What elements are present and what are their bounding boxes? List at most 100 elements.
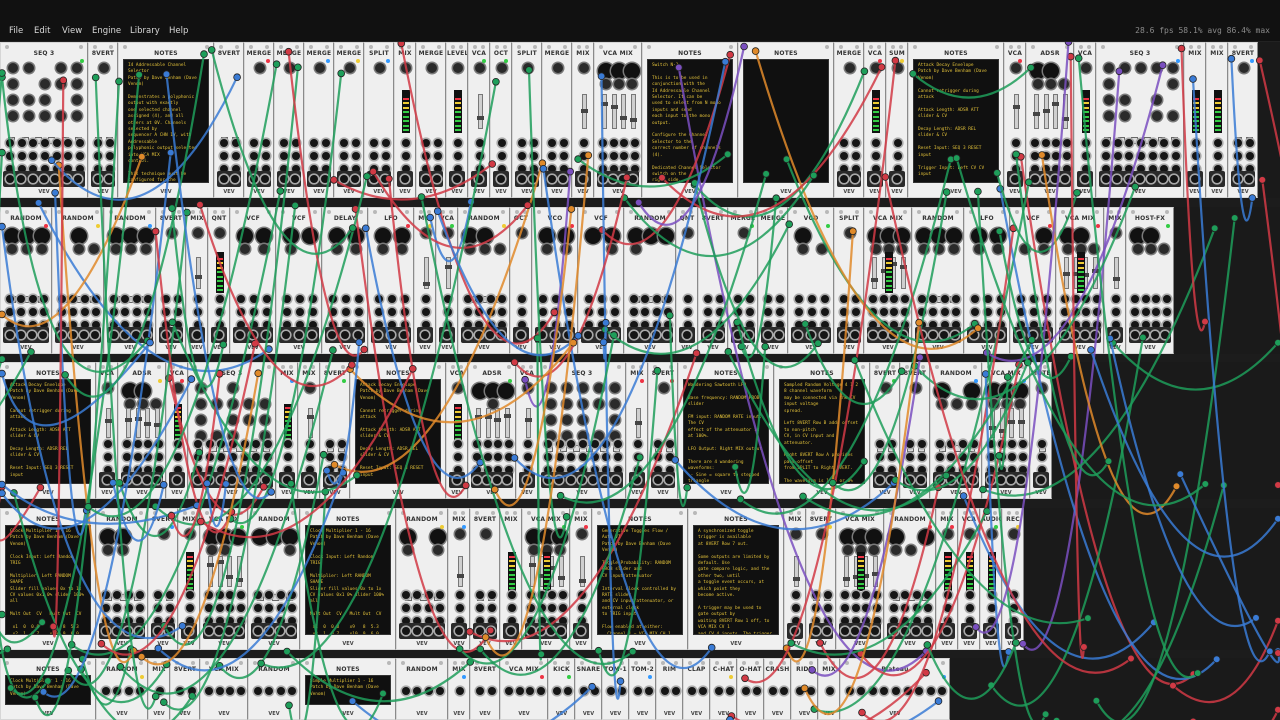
output-jack[interactable] bbox=[662, 331, 671, 339]
patch-jack[interactable] bbox=[888, 453, 896, 461]
patch-jack[interactable] bbox=[563, 687, 572, 695]
fader[interactable] bbox=[580, 94, 588, 129]
patch-jack[interactable] bbox=[456, 687, 464, 695]
patch-jack[interactable] bbox=[296, 295, 304, 303]
patch-jack[interactable] bbox=[1082, 139, 1090, 147]
patch-jack[interactable] bbox=[892, 687, 900, 695]
output-jack[interactable] bbox=[950, 331, 959, 339]
fader[interactable] bbox=[1012, 94, 1020, 129]
output-jack[interactable] bbox=[886, 476, 895, 484]
output-jack[interactable] bbox=[432, 175, 441, 183]
output-jack[interactable] bbox=[235, 627, 243, 635]
patch-jack[interactable] bbox=[812, 591, 820, 599]
fader[interactable] bbox=[620, 94, 628, 129]
patch-jack[interactable] bbox=[144, 453, 153, 461]
patch-jack[interactable] bbox=[284, 453, 292, 461]
module-8vert[interactable]: 8VERT VEV bbox=[170, 658, 200, 720]
output-jack[interactable] bbox=[905, 476, 914, 484]
output-jack[interactable] bbox=[453, 476, 461, 484]
patch-jack[interactable] bbox=[824, 604, 832, 612]
knob[interactable] bbox=[401, 63, 411, 73]
output-jack[interactable] bbox=[485, 331, 494, 339]
patch-jack[interactable] bbox=[906, 453, 914, 461]
patch-jack[interactable] bbox=[872, 152, 880, 160]
knob[interactable] bbox=[481, 529, 491, 539]
knob[interactable] bbox=[475, 63, 485, 73]
patch-jack[interactable] bbox=[548, 591, 557, 599]
patch-jack[interactable] bbox=[504, 440, 513, 448]
knob[interactable] bbox=[88, 244, 99, 254]
module-notes[interactable]: NOTES VEV Attack Decay Envelope Patch by D… bbox=[350, 362, 446, 499]
patch-jack[interactable] bbox=[174, 308, 182, 316]
patch-jack[interactable] bbox=[40, 295, 49, 303]
output-jack[interactable] bbox=[295, 331, 303, 339]
patch-jack[interactable] bbox=[104, 440, 112, 448]
knob[interactable] bbox=[140, 244, 151, 254]
module-random[interactable]: RANDOM VEV bbox=[884, 508, 936, 650]
output-jack[interactable] bbox=[225, 627, 233, 635]
knob[interactable] bbox=[546, 383, 556, 393]
patch-jack[interactable] bbox=[609, 139, 618, 147]
knob[interactable] bbox=[1159, 244, 1170, 254]
output-jack[interactable] bbox=[1041, 175, 1049, 183]
knob[interactable] bbox=[228, 415, 238, 425]
module-random[interactable]: RANDOM VEV bbox=[248, 508, 300, 650]
patch-jack[interactable] bbox=[1052, 152, 1061, 160]
patch-jack[interactable] bbox=[57, 295, 66, 303]
knob[interactable] bbox=[891, 545, 902, 555]
knob[interactable] bbox=[497, 63, 507, 73]
patch-jack[interactable] bbox=[840, 308, 848, 316]
module-vca-mix[interactable]: VCA MIX VEV bbox=[200, 508, 248, 650]
output-jack[interactable] bbox=[421, 331, 429, 339]
patch-jack[interactable] bbox=[76, 139, 85, 147]
output-jack[interactable] bbox=[236, 331, 245, 339]
patch-jack[interactable] bbox=[880, 687, 889, 695]
patch-jack[interactable] bbox=[869, 308, 878, 316]
output-jack[interactable] bbox=[987, 627, 995, 635]
patch-jack[interactable] bbox=[915, 687, 924, 695]
patch-jack[interactable] bbox=[402, 152, 410, 160]
fader[interactable] bbox=[871, 256, 879, 289]
module-vca[interactable]: VCA VEV bbox=[446, 362, 468, 499]
knob[interactable] bbox=[400, 529, 417, 545]
patch-jack[interactable] bbox=[434, 152, 442, 160]
output-jack[interactable] bbox=[811, 627, 820, 635]
output-jack[interactable] bbox=[1170, 175, 1179, 183]
module-8vert[interactable]: 8VERT VEV bbox=[156, 207, 186, 354]
output-jack[interactable] bbox=[871, 627, 879, 635]
patch-jack[interactable] bbox=[422, 308, 430, 316]
knob[interactable] bbox=[480, 244, 490, 254]
patch-jack[interactable] bbox=[515, 687, 524, 695]
output-jack[interactable] bbox=[483, 476, 491, 484]
knob[interactable] bbox=[970, 228, 987, 244]
patch-jack[interactable] bbox=[309, 308, 318, 316]
knob[interactable] bbox=[1120, 111, 1130, 121]
patch-jack[interactable] bbox=[940, 295, 949, 303]
fader[interactable] bbox=[610, 94, 618, 129]
module-vcf[interactable]: VCF VEV bbox=[1010, 207, 1056, 354]
patch-jack[interactable] bbox=[611, 308, 620, 316]
patch-jack[interactable] bbox=[92, 308, 101, 316]
patch-jack[interactable] bbox=[538, 295, 547, 303]
output-jack[interactable] bbox=[916, 476, 925, 484]
module-mix[interactable]: MIX VEV bbox=[570, 508, 592, 650]
output-jack[interactable] bbox=[557, 627, 565, 635]
output-jack[interactable] bbox=[1037, 476, 1045, 484]
knob[interactable] bbox=[1073, 228, 1089, 244]
knob[interactable] bbox=[987, 529, 997, 539]
output-jack[interactable] bbox=[763, 331, 772, 339]
module-ride[interactable]: RIDE VEV bbox=[791, 658, 818, 720]
patch-jack[interactable] bbox=[851, 591, 860, 599]
knob[interactable] bbox=[1046, 79, 1056, 89]
output-jack[interactable] bbox=[57, 331, 66, 339]
module-vca[interactable]: VCA VEV bbox=[864, 42, 886, 198]
knob[interactable] bbox=[881, 383, 891, 393]
fader[interactable] bbox=[529, 555, 537, 588]
output-jack[interactable] bbox=[133, 476, 141, 484]
knob[interactable] bbox=[562, 415, 572, 425]
module-c-hat[interactable]: C-HAT VEV bbox=[710, 658, 737, 720]
knob[interactable] bbox=[911, 383, 921, 393]
module-seq-3[interactable]: SEQ 3 VEV bbox=[538, 362, 626, 499]
knob[interactable] bbox=[123, 228, 139, 244]
knob[interactable] bbox=[255, 228, 272, 244]
